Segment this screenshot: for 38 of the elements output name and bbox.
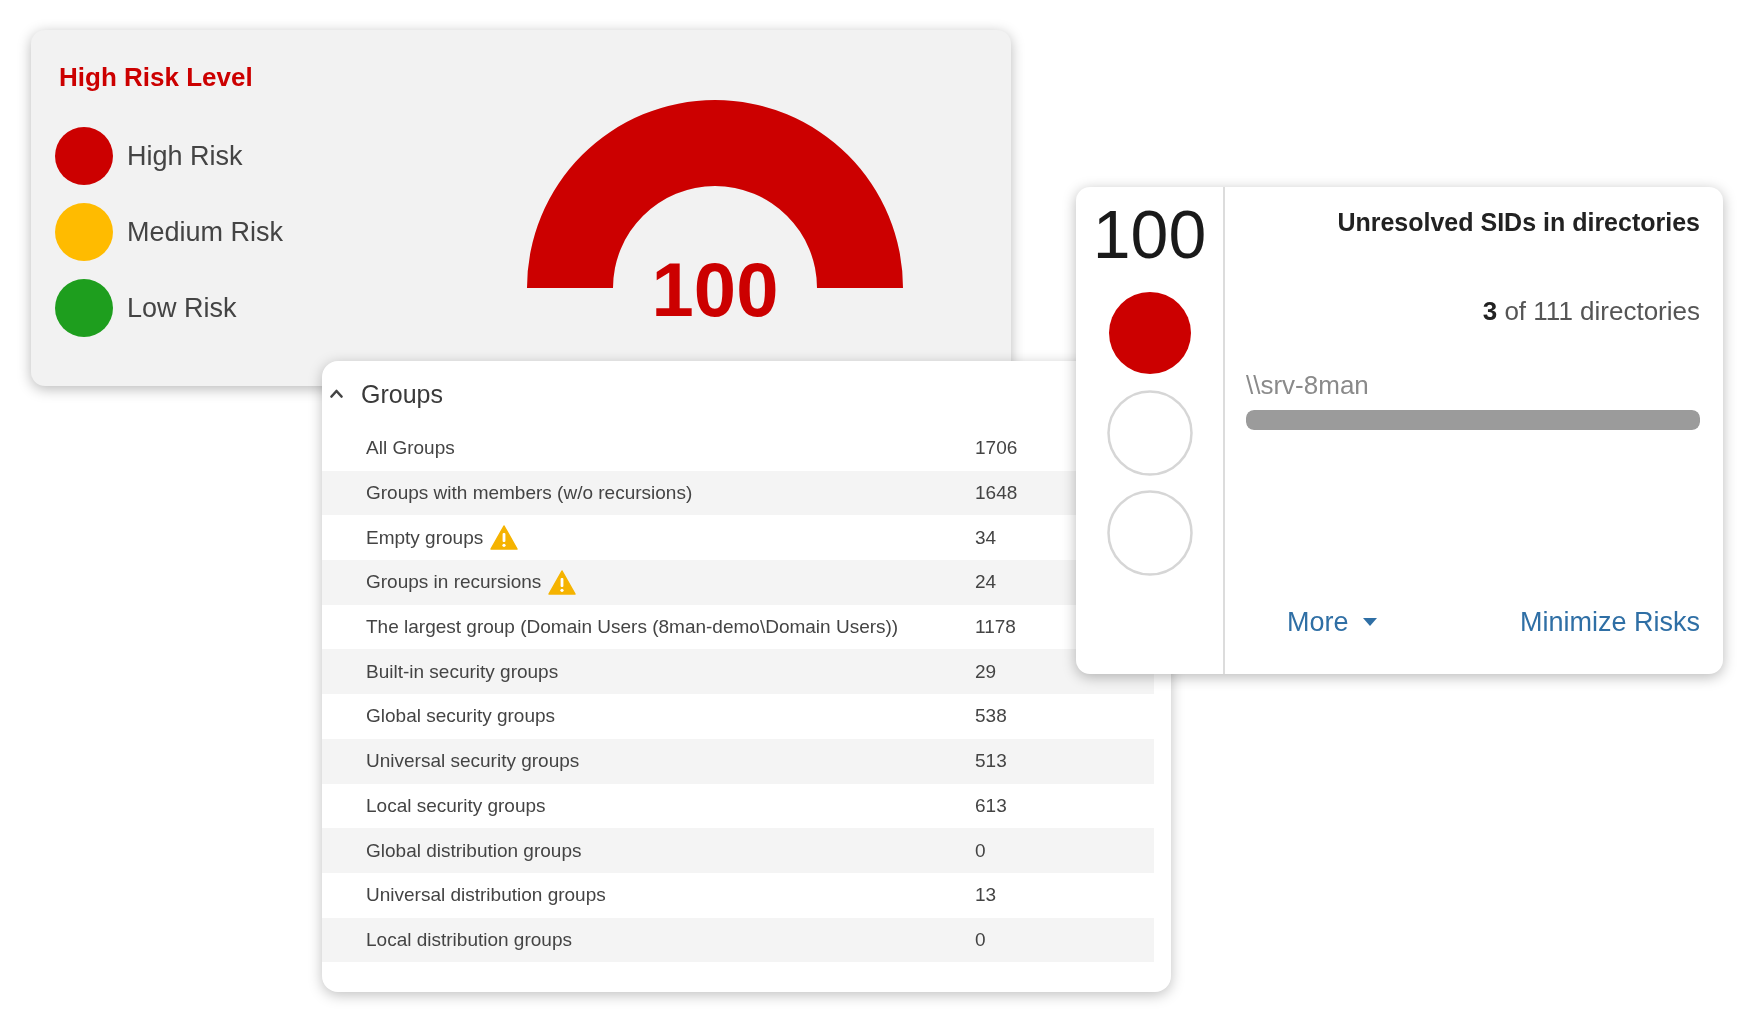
caret-down-icon [1362,618,1377,626]
action-link[interactable]: Minimize Risks [1520,606,1700,638]
row-value: 538 [975,704,1008,729]
row-label: Global security groups [366,704,556,729]
legend-label: Low Risk [127,292,237,324]
row-value: 29 [975,659,998,684]
legend-label: High Risk [127,140,243,172]
row-value: 0 [975,927,987,952]
row-value: 613 [975,793,1008,818]
row-value: 13 [975,883,998,908]
row-label: Built-in security groups [366,659,559,684]
legend-label: Medium Risk [127,216,284,248]
row-label: Universal security groups [366,749,580,774]
row-value: 34 [975,525,998,550]
row-label: The largest group (Domain Users (8man-demo\Domain Users)) [366,615,899,640]
row-value: 1178 [975,615,1017,640]
card-title: High Risk Level [59,62,253,93]
row-value: 1706 [975,436,1019,461]
row-label: Local security groups [366,793,546,818]
risk-score: 100 [1092,200,1207,268]
groups-toggle[interactable]: Groups [330,378,443,409]
directory-name: \\srv-8man [1246,370,1369,401]
row-label: Groups with members (w/o recursions) [366,481,693,506]
row-label: Groups in recursions [366,570,542,595]
row-label: Universal distribution groups [366,883,606,908]
row-label: All Groups [366,436,455,461]
row-value: 24 [975,570,998,595]
row-label: Empty groups [366,525,484,550]
card-title: Unresolved SIDs in directories [1337,207,1700,237]
chevron-up-icon [330,389,343,398]
gauge-value: 100 [651,252,779,328]
directory-count: 3 of 111 directories [1482,296,1700,327]
row-label: Local distribution groups [366,927,572,952]
row-value: 0 [975,838,987,863]
row-label: Global distribution groups [366,838,582,863]
row-value: 1648 [975,481,1019,506]
row-value: 513 [975,749,1008,774]
more-dropdown-link[interactable]: More [1287,606,1377,638]
